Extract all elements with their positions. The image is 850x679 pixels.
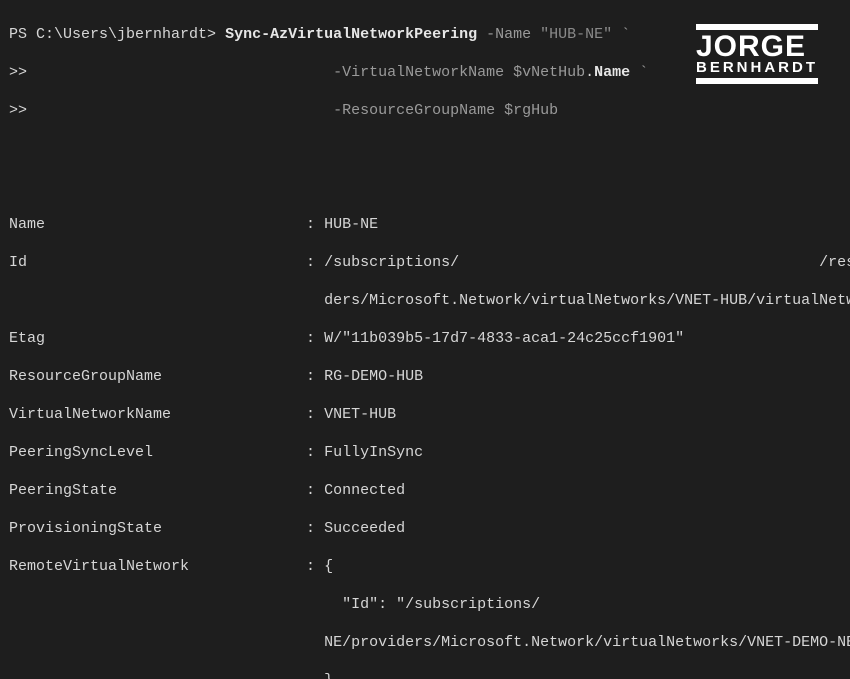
label-id: Id : <box>9 254 324 271</box>
indent <box>9 292 324 309</box>
value-id-l1: /subscriptions/ /resourceProvi <box>324 254 850 271</box>
label-provstate: ProvisioningState : <box>9 520 324 537</box>
terminal-output: PS C:\Users\jbernhardt> Sync-AzVirtualNe… <box>0 0 850 679</box>
value-synclevel: FullyInSync <box>324 444 423 461</box>
line-continuation: ` <box>639 64 648 81</box>
arg-rg: $rgHub <box>504 102 558 119</box>
ps-cont-prompt: >> <box>9 64 27 81</box>
out-row: Id : /subscriptions/ /resourceProvi <box>9 253 841 272</box>
out-row: NE/providers/Microsoft.Network/virtualNe… <box>9 633 841 652</box>
cmdlet-name: Sync-AzVirtualNetworkPeering <box>225 26 477 43</box>
label-name: Name : <box>9 216 324 233</box>
out-row: VirtualNetworkName : VNET-HUB <box>9 405 841 424</box>
arg-vnet-member: Name <box>594 64 630 81</box>
value-rg: RG-DEMO-HUB <box>324 368 423 385</box>
out-row: ders/Microsoft.Network/virtualNetworks/V… <box>9 291 841 310</box>
value-remotevnet-l4: } <box>324 672 333 679</box>
out-row: PeeringState : Connected <box>9 481 841 500</box>
out-row: "Id": "/subscriptions/ <box>9 595 841 614</box>
cmd-line-3[interactable]: >> -ResourceGroupName $rgHub <box>9 101 841 120</box>
label-remotevnet: RemoteVirtualNetwork : <box>9 558 324 575</box>
cmd-line-2[interactable]: >> -VirtualNetworkName $vNetHub.Name ` <box>9 63 841 82</box>
indent <box>9 634 324 651</box>
value-remotevnet-l2: "Id": "/subscriptions/ <box>324 596 540 613</box>
out-row: Etag : W/"11b039b5-17d7-4833-aca1-24c25c… <box>9 329 841 348</box>
value-remotevnet-l3: NE/providers/Microsoft.Network/virtualNe… <box>324 634 850 651</box>
blank-line <box>9 177 841 196</box>
value-etag: W/"11b039b5-17d7-4833-aca1-24c25ccf1901" <box>324 330 684 347</box>
indent <box>9 672 324 679</box>
indent <box>9 596 324 613</box>
arg-name: "HUB-NE" <box>540 26 612 43</box>
param-rg: -ResourceGroupName <box>333 102 495 119</box>
out-row: RemoteVirtualNetwork : { <box>9 557 841 576</box>
label-synclevel: PeeringSyncLevel : <box>9 444 324 461</box>
dot: . <box>585 64 594 81</box>
out-row: } <box>9 671 841 679</box>
label-rg: ResourceGroupName : <box>9 368 324 385</box>
value-remotevnet-l1: { <box>324 558 333 575</box>
line-continuation: ` <box>621 26 630 43</box>
ps-cont-prompt: >> <box>9 102 27 119</box>
arg-vnet-var: $vNetHub <box>513 64 585 81</box>
value-vnet: VNET-HUB <box>324 406 396 423</box>
cmd-line-1[interactable]: PS C:\Users\jbernhardt> Sync-AzVirtualNe… <box>9 25 841 44</box>
label-etag: Etag : <box>9 330 324 347</box>
value-provstate: Succeeded <box>324 520 405 537</box>
param-name: -Name <box>486 26 531 43</box>
param-vnet: -VirtualNetworkName <box>333 64 504 81</box>
value-peeringstate: Connected <box>324 482 405 499</box>
blank-line <box>9 139 841 158</box>
out-row: ProvisioningState : Succeeded <box>9 519 841 538</box>
ps-prompt: PS C:\Users\jbernhardt> <box>9 26 216 43</box>
label-vnet: VirtualNetworkName : <box>9 406 324 423</box>
label-peeringstate: PeeringState : <box>9 482 324 499</box>
value-name: HUB-NE <box>324 216 378 233</box>
value-id-l2: ders/Microsoft.Network/virtualNetworks/V… <box>324 292 850 309</box>
out-row: ResourceGroupName : RG-DEMO-HUB <box>9 367 841 386</box>
out-row: Name : HUB-NE <box>9 215 841 234</box>
out-row: PeeringSyncLevel : FullyInSync <box>9 443 841 462</box>
